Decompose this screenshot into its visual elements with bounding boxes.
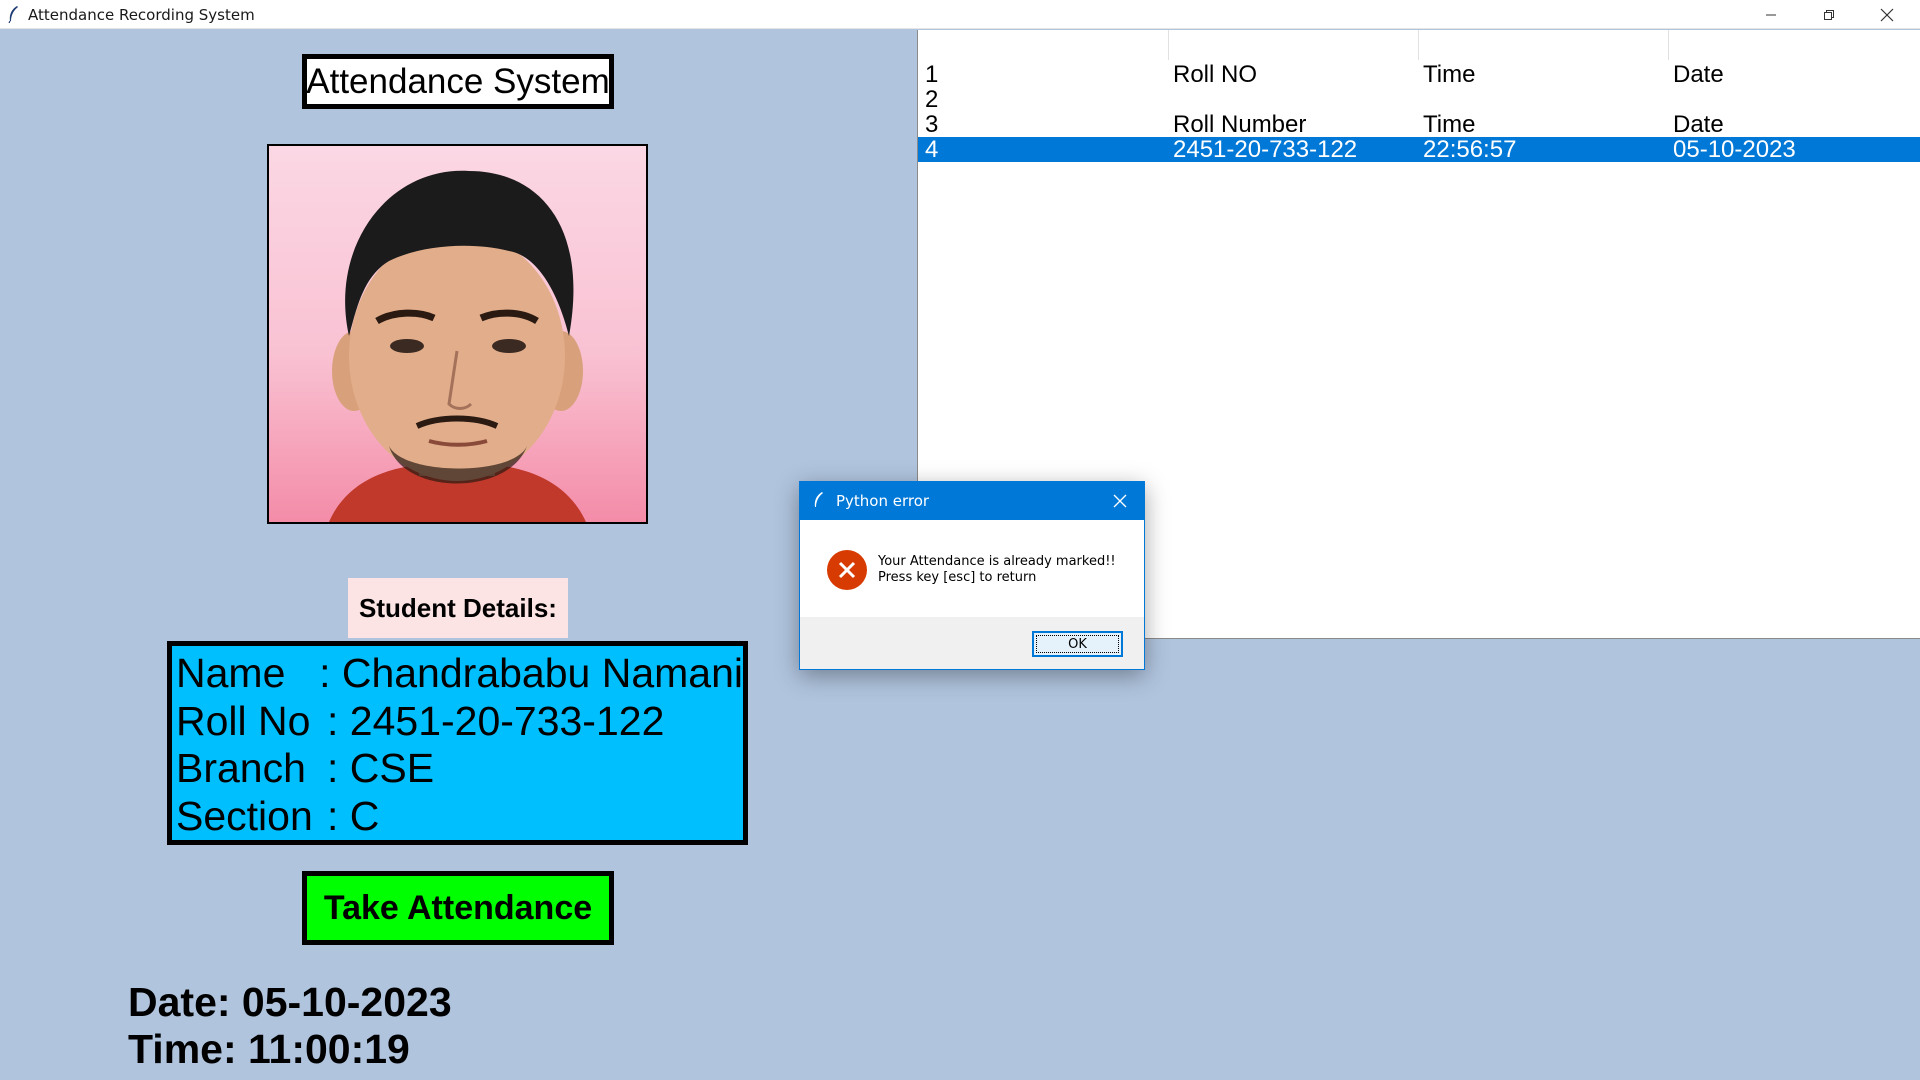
detail-value: : C (327, 792, 380, 839)
row-number: 2 (925, 86, 939, 113)
ok-button-label: OK (1068, 636, 1087, 652)
cell-time: Time (1423, 111, 1476, 138)
page-title: Attendance System (302, 54, 614, 109)
detail-row-name: Name : Chandrababu Namani (176, 650, 743, 698)
cell-date: Date (1673, 61, 1724, 88)
column-divider (1668, 30, 1669, 60)
cell-roll: Roll Number (1173, 111, 1307, 138)
app-window: Attendance Recording System Attendance S… (0, 0, 1920, 1080)
dialog-message-line: Your Attendance is already marked!! (878, 554, 1116, 569)
student-details-label: Student Details: (348, 578, 568, 638)
detail-key: Name (176, 650, 286, 696)
close-icon (1113, 494, 1127, 508)
feather-icon (8, 6, 18, 23)
current-time: Time: 11:00:19 (128, 1026, 410, 1072)
title-bar: Attendance Recording System (0, 0, 1920, 29)
feather-icon (814, 492, 823, 507)
detail-key: Roll No (176, 697, 311, 744)
minimize-icon (1766, 14, 1776, 15)
cell-roll: 2451-20-733-122 (1173, 136, 1358, 163)
window-title: Attendance Recording System (28, 6, 255, 24)
dialog-title-bar: Python error (800, 482, 1144, 520)
row-number: 1 (925, 61, 939, 88)
close-icon (1880, 8, 1894, 21)
cell-date: Date (1673, 111, 1724, 138)
cell-date: 05-10-2023 (1673, 136, 1796, 163)
dialog-close-button[interactable] (1106, 488, 1134, 514)
detail-value: : CSE (327, 745, 435, 791)
error-icon (827, 550, 867, 590)
table-row[interactable]: 1 Roll NO Time Date (918, 62, 1920, 87)
detail-row-roll: Roll No : 2451-20-733-122 (176, 698, 743, 746)
dialog-message-line: Press key [esc] to return (878, 570, 1037, 585)
row-number: 3 (925, 111, 939, 138)
detail-row-branch: Branch : CSE (176, 745, 743, 793)
table-row-selected[interactable]: 4 2451-20-733-122 22:56:57 05-10-2023 (918, 137, 1920, 162)
student-photo-icon (329, 170, 586, 522)
take-attendance-button[interactable]: Take Attendance (302, 871, 614, 945)
cell-roll: Roll NO (1173, 61, 1258, 88)
table-row[interactable]: 3 Roll Number Time Date (918, 112, 1920, 137)
detail-row-section: Section : C (176, 793, 743, 841)
cell-time: Time (1423, 61, 1476, 88)
detail-value: : Chandrababu Namani (319, 650, 743, 696)
current-date: Date: 05-10-2023 (128, 979, 452, 1025)
detail-key: Section (176, 792, 313, 839)
restore-icon (1824, 9, 1834, 20)
dialog-title: Python error (836, 492, 930, 510)
row-number: 4 (925, 136, 939, 163)
column-divider (1418, 30, 1419, 60)
dialog-message: Your Attendance is already marked!! Pres… (878, 554, 1116, 586)
minimize-button[interactable] (1742, 0, 1800, 29)
detail-value: : 2451-20-733-122 (327, 697, 665, 744)
page-title-text: Attendance System (306, 61, 610, 101)
cell-time: 22:56:57 (1423, 136, 1517, 163)
detail-key: Branch (176, 745, 306, 791)
restore-button[interactable] (1800, 0, 1858, 29)
column-divider (1168, 30, 1169, 60)
table-row[interactable]: 2 (918, 87, 1920, 112)
student-details-label-text: Student Details: (359, 592, 557, 623)
take-attendance-label: Take Attendance (323, 888, 593, 927)
ok-button[interactable]: OK (1032, 631, 1123, 657)
student-details-box: Name : Chandrababu Namani Roll No : 2451… (167, 641, 748, 845)
close-button[interactable] (1858, 0, 1916, 29)
student-photo (267, 144, 648, 524)
